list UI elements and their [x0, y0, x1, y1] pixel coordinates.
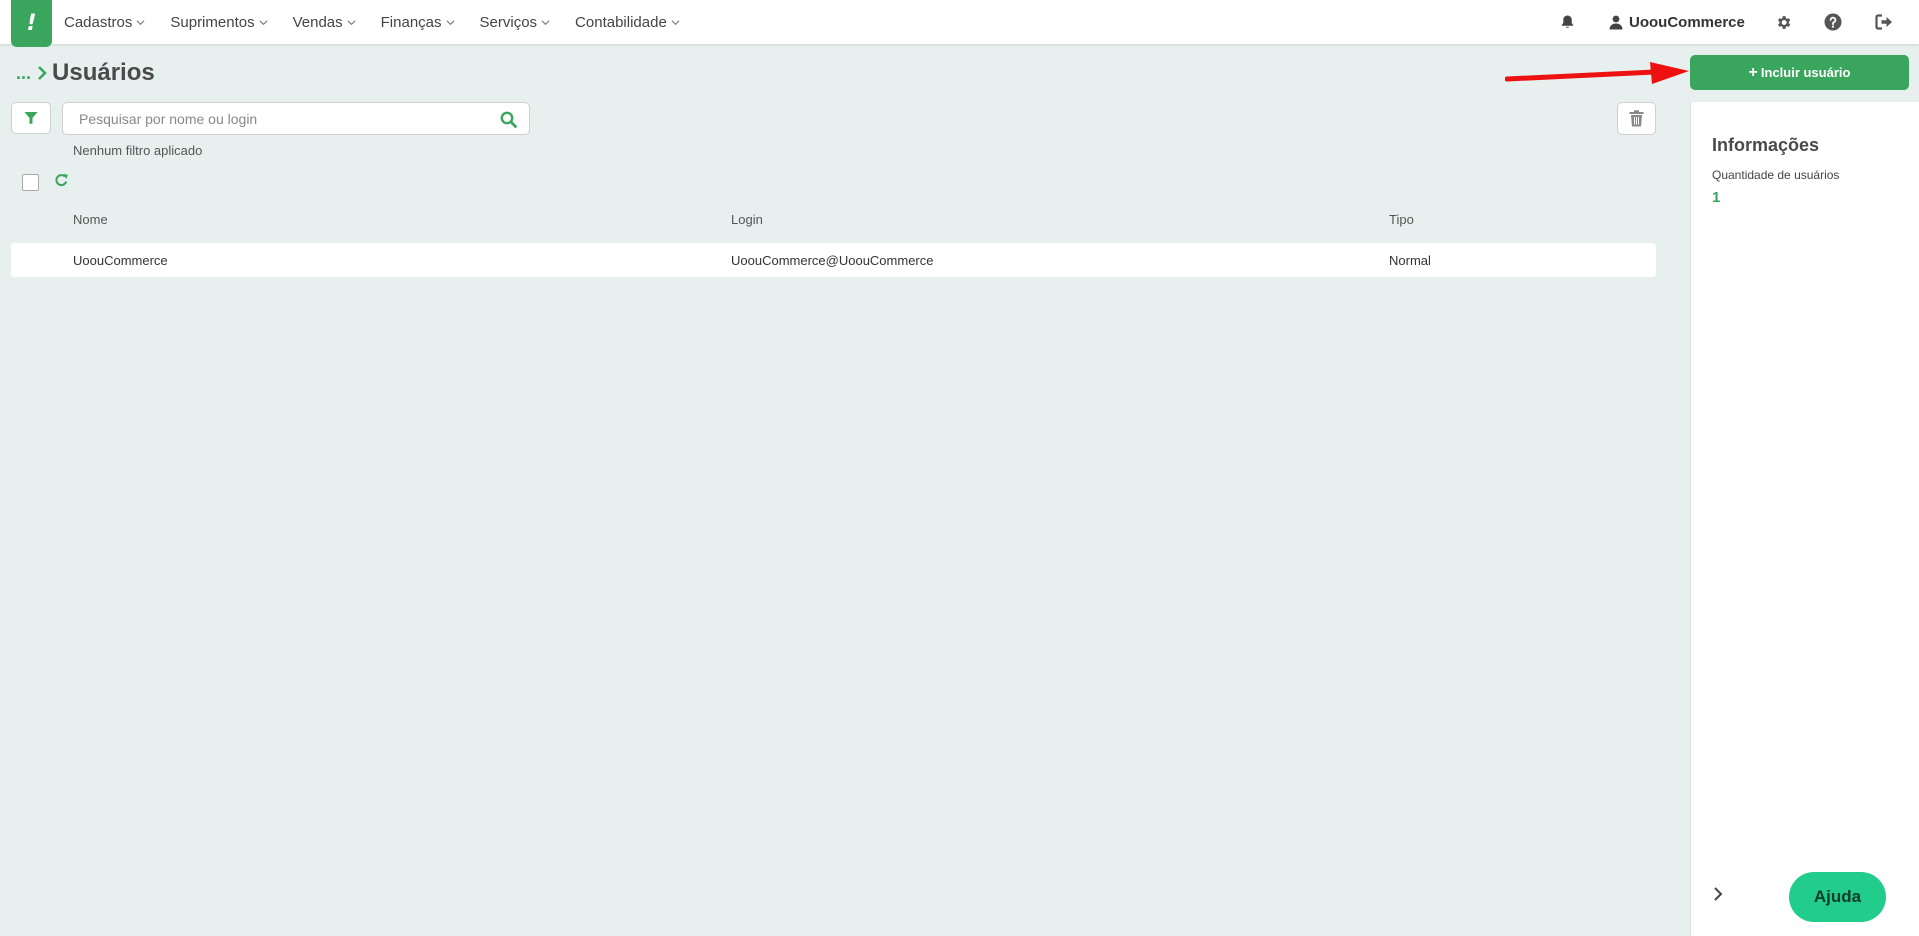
column-header-login[interactable]: Login — [731, 212, 763, 227]
column-header-nome[interactable]: Nome — [73, 212, 108, 227]
cell-login: UoouCommerce@UoouCommerce — [731, 253, 934, 268]
plus-icon: + — [1748, 63, 1758, 81]
bell-icon[interactable] — [1555, 0, 1579, 44]
logout-icon[interactable] — [1872, 0, 1896, 44]
menu-label: Contabilidade — [575, 13, 667, 31]
app-logo[interactable]: ! — [11, 0, 52, 47]
menu-cadastros[interactable]: Cadastros — [64, 14, 145, 31]
cell-nome: UoouCommerce — [73, 253, 168, 268]
search-icon[interactable] — [500, 111, 517, 128]
chevron-down-icon — [446, 19, 454, 25]
gear-icon[interactable] — [1772, 0, 1794, 44]
menu-contabilidade[interactable]: Contabilidade — [575, 14, 680, 31]
menu-financas[interactable]: Finanças — [381, 14, 455, 31]
chevron-down-icon — [136, 19, 145, 25]
annotation-arrow — [1505, 62, 1689, 84]
search-box — [62, 102, 530, 135]
info-panel: Informações Quantidade de usuários 1 — [1690, 102, 1919, 936]
menu-label: Suprimentos — [170, 13, 255, 31]
filter-status-text: Nenhum filtro aplicado — [73, 143, 203, 158]
filter-button[interactable] — [11, 102, 51, 134]
refresh-icon[interactable] — [54, 173, 69, 188]
menu-vendas[interactable]: Vendas — [293, 14, 356, 31]
search-input[interactable] — [79, 103, 479, 134]
logo-glyph: ! — [26, 11, 37, 36]
menu-suprimentos[interactable]: Suprimentos — [170, 13, 268, 31]
breadcrumb: ... Usuários — [16, 58, 155, 88]
info-panel-title: Informações — [1712, 135, 1820, 155]
menu-label: Serviços — [479, 13, 538, 31]
add-user-button[interactable]: + Incluir usuário — [1690, 55, 1909, 90]
user-menu[interactable]: UoouCommerce — [1609, 0, 1745, 44]
user-name: UoouCommerce — [1629, 13, 1745, 31]
user-count-value: 1 — [1712, 189, 1721, 206]
trash-icon — [1629, 110, 1644, 127]
chevron-right-icon — [38, 66, 47, 80]
help-circle-icon[interactable] — [1822, 0, 1844, 44]
filter-icon — [24, 112, 38, 124]
chevron-down-icon — [541, 19, 550, 25]
menu-label: Vendas — [292, 13, 343, 31]
menu-label: Cadastros — [64, 13, 133, 31]
user-count-label: Quantidade de usuários — [1712, 168, 1840, 182]
chevron-right-icon[interactable] — [1713, 886, 1723, 902]
page-title: Usuários — [52, 59, 155, 86]
select-all-checkbox[interactable] — [22, 174, 39, 191]
main-menu: Cadastros Suprimentos Vendas Finanças Se… — [64, 0, 705, 44]
delete-button[interactable] — [1617, 102, 1656, 135]
chevron-down-icon — [347, 19, 356, 25]
chevron-down-icon — [259, 19, 268, 25]
help-button[interactable]: Ajuda — [1789, 872, 1886, 922]
add-user-label: Incluir usuário — [1760, 65, 1851, 80]
table-row[interactable]: UoouCommerce UoouCommerce@UoouCommerce N… — [11, 243, 1656, 277]
user-icon — [1609, 15, 1623, 29]
breadcrumb-ellipsis[interactable]: ... — [16, 63, 31, 84]
top-navbar: ! Cadastros Suprimentos Vendas Finanças … — [0, 0, 1919, 47]
chevron-down-icon — [671, 19, 680, 25]
menu-label: Finanças — [380, 13, 442, 31]
menu-servicos[interactable]: Serviços — [480, 14, 551, 31]
cell-tipo: Normal — [1389, 253, 1431, 268]
column-header-tipo[interactable]: Tipo — [1389, 212, 1414, 227]
